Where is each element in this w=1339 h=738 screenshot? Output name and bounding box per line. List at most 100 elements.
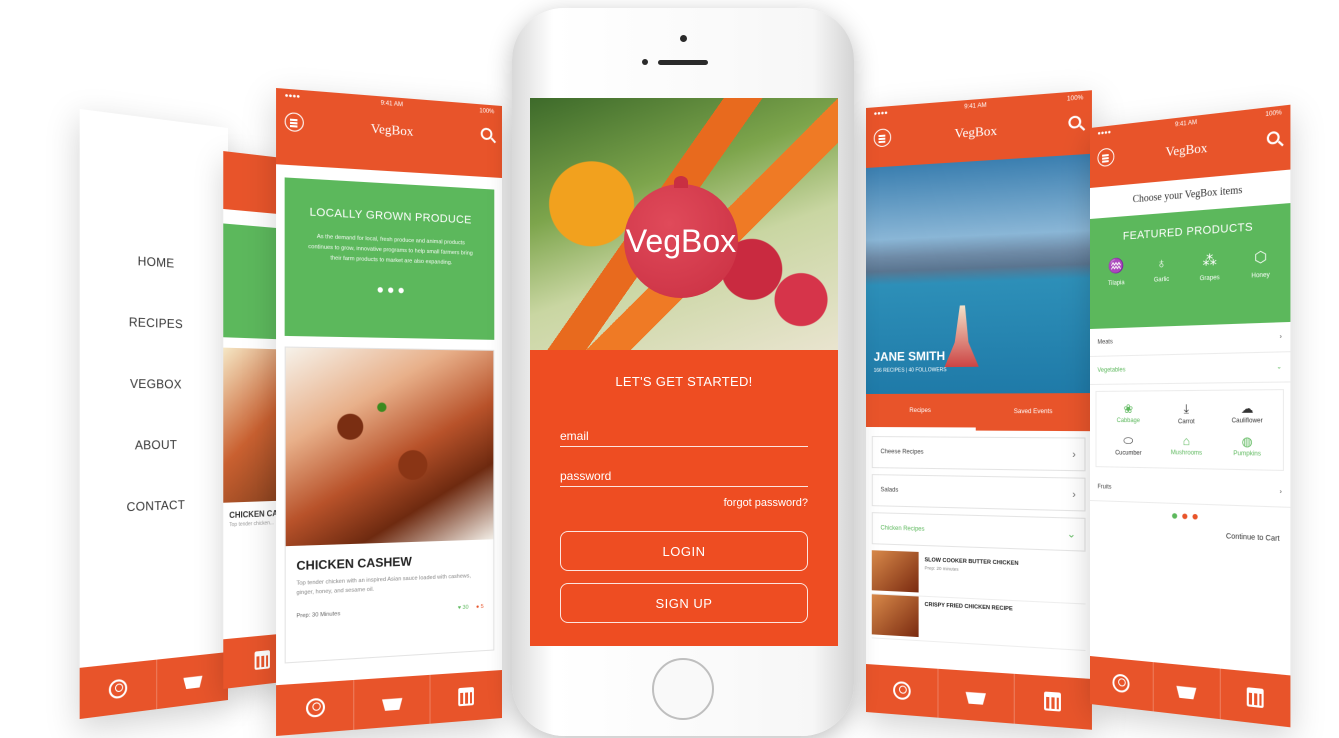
password-field[interactable]: password — [560, 465, 808, 487]
menu-icon[interactable] — [284, 111, 304, 133]
tab-basket[interactable] — [157, 652, 228, 709]
menu-tabbar — [79, 652, 229, 720]
nav-item-contact[interactable]: CONTACT — [80, 496, 228, 564]
featured-item[interactable]: ♒ Tilapia — [1108, 257, 1125, 287]
tab-profile[interactable] — [79, 659, 157, 720]
featured-label: Tilapia — [1107, 280, 1125, 288]
status-time: 9:41 AM — [1174, 119, 1197, 129]
tab-calendar[interactable] — [1221, 669, 1291, 728]
featured-label: Grapes — [1199, 274, 1220, 283]
dislike-count: 5 — [480, 603, 484, 611]
vegetable-item[interactable]: ⌂ Mushrooms — [1159, 433, 1214, 458]
navigation-menu-screen: HOME RECIPES VEGBOX ABOUT CONTACT — [79, 108, 229, 720]
tab-basket[interactable] — [354, 674, 431, 730]
forgot-password-link[interactable]: forgot password? — [530, 497, 808, 509]
tab-saved-events[interactable]: Saved Events — [976, 393, 1092, 431]
promo-text: As the demand for local, fresh produce a… — [308, 233, 473, 267]
email-field[interactable]: email — [560, 425, 808, 447]
camera-icon — [680, 35, 687, 42]
nav-item-recipes[interactable]: RECIPES — [80, 313, 228, 378]
featured-products: FEATURED PRODUCTS ♒ Tilapia ♁ Garlic ⁂ Grap… — [1090, 203, 1291, 329]
shop-screen: ●●●● 9:41 AM 100% VegBox Choose your Veg… — [1090, 104, 1291, 728]
tab-calendar[interactable] — [1014, 674, 1092, 730]
dislike-icon[interactable]: ● 5 — [476, 604, 484, 610]
app-title: VegBox — [370, 120, 414, 139]
menu-icon[interactable] — [873, 128, 892, 148]
user-icon — [892, 680, 911, 701]
nav-item-home[interactable]: HOME — [80, 250, 228, 319]
vegetable-label: Mushrooms — [1170, 450, 1203, 457]
profile-name: JANE SMITH — [873, 348, 946, 364]
status-battery: 100% — [1066, 95, 1084, 103]
feed-header: ●●●● 9:41 AM 100% VegBox — [276, 87, 502, 178]
feed-tabbar — [276, 670, 502, 737]
tab-basket[interactable] — [1153, 662, 1221, 720]
featured-label: Honey — [1251, 272, 1270, 280]
vegetable-item[interactable]: ❀ Cabbage — [1102, 402, 1155, 426]
grapes-icon: ⁂ — [1202, 250, 1217, 269]
carousel-dots[interactable]: ●●● — [285, 279, 495, 300]
vegetables-hero-image: VegBox — [530, 98, 838, 350]
vegetable-item[interactable]: ◍ Pumpkins — [1218, 434, 1276, 459]
featured-label: Garlic — [1153, 276, 1170, 284]
recipe-title: CRISPY FRIED CHICKEN RECIPE — [924, 601, 1013, 613]
cucumber-icon: ⬭ — [1123, 433, 1134, 448]
tab-calendar[interactable] — [430, 670, 502, 724]
login-screen: VegBox LET'S GET STARTED! email password… — [530, 98, 838, 646]
calendar-icon — [1044, 691, 1062, 712]
category-row-expanded[interactable]: Vegetables ⌄ — [1090, 352, 1291, 385]
menu-icon[interactable] — [1097, 147, 1115, 168]
category-row[interactable]: Meats › — [1090, 321, 1291, 357]
tab-profile[interactable] — [276, 679, 355, 737]
user-icon — [109, 678, 128, 700]
tab-recipes[interactable]: Recipes — [866, 393, 976, 431]
basket-icon — [382, 693, 402, 711]
category-row[interactable]: Salads › — [871, 474, 1086, 512]
recipe-card[interactable]: CHICKEN CASHEW Top tender chicken with a… — [284, 346, 495, 664]
basket-icon — [183, 671, 202, 690]
carrot-icon: ⤓ — [1183, 401, 1189, 416]
tab-profile[interactable] — [866, 664, 939, 718]
category-label: Vegetables — [1097, 366, 1126, 374]
recipe-categories: Cheese Recipes › Salads › Chicken Recipe… — [866, 430, 1092, 552]
tab-basket[interactable] — [938, 668, 1015, 724]
chevron-down-icon: ⌄ — [1066, 528, 1076, 541]
app-title: VegBox — [1165, 139, 1208, 160]
category-row-expanded[interactable]: Chicken Recipes ⌄ — [871, 512, 1086, 552]
shop-tabbar — [1090, 656, 1291, 728]
like-icon[interactable]: ♥ 30 — [458, 605, 469, 612]
vegetable-item[interactable]: ⤓ Carrot — [1159, 401, 1214, 425]
profile-cover-photo: JANE SMITH 166 RECIPES | 40 FOLLOWERS — [866, 153, 1092, 394]
category-row[interactable]: Cheese Recipes › — [871, 436, 1086, 472]
search-icon[interactable] — [1266, 130, 1280, 145]
recipe-thumbnail — [871, 550, 919, 593]
signal-icon: ●●●● — [284, 92, 301, 101]
search-icon[interactable] — [1068, 115, 1082, 129]
user-icon — [1112, 673, 1130, 694]
status-time: 9:41 AM — [964, 102, 987, 111]
nav-item-about[interactable]: ABOUT — [80, 437, 228, 501]
status-battery: 100% — [1265, 109, 1282, 119]
signal-icon: ●●●● — [1097, 129, 1112, 138]
recipe-ratings: ♥ 30 ● 5 — [458, 604, 484, 611]
category-label: Meats — [1097, 338, 1113, 346]
nav-item-vegbox[interactable]: VEGBOX — [80, 376, 228, 439]
status-battery: 100% — [479, 108, 495, 116]
tab-profile[interactable] — [1090, 656, 1154, 712]
search-icon[interactable] — [480, 127, 493, 141]
login-button[interactable]: LOGIN — [560, 531, 808, 571]
app-title: VegBox — [954, 122, 998, 141]
featured-item[interactable]: ⬡ Honey — [1251, 248, 1269, 280]
vegetable-item[interactable]: ☁ Cauliflower — [1218, 401, 1276, 426]
vegetable-item[interactable]: ⬭ Cucumber — [1102, 433, 1155, 457]
home-button[interactable] — [652, 658, 714, 720]
featured-item[interactable]: ♁ Garlic — [1154, 254, 1169, 285]
promo-card[interactable]: LOCALLY GROWN PRODUCE As the demand for … — [284, 177, 495, 340]
chevron-right-icon: › — [1279, 333, 1282, 341]
pumpkin-icon: ◍ — [1241, 434, 1253, 450]
vegetable-label: Cauliflower — [1231, 418, 1263, 425]
list-item[interactable]: CRISPY FRIED CHICKEN RECIPE — [871, 594, 1086, 652]
featured-item[interactable]: ⁂ Grapes — [1199, 250, 1220, 283]
signup-button[interactable]: SIGN UP — [560, 583, 808, 623]
nav-menu: HOME RECIPES VEGBOX ABOUT CONTACT — [80, 250, 228, 565]
